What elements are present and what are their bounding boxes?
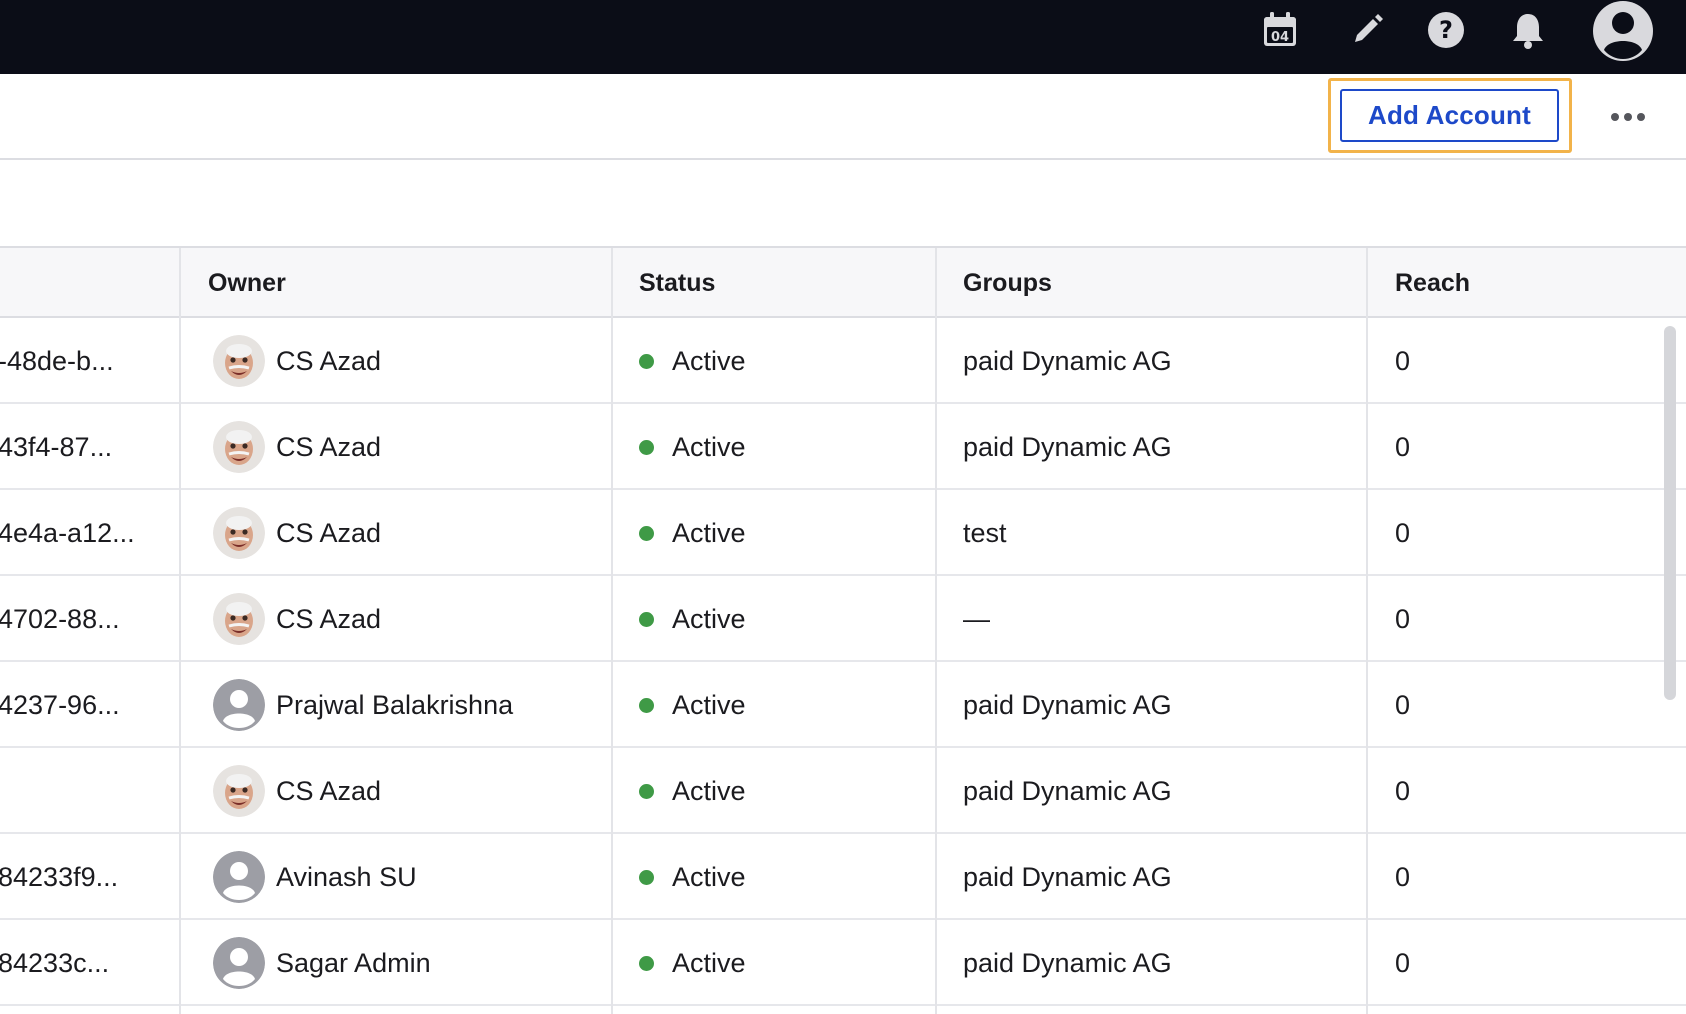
owner-avatar-placeholder-icon	[213, 851, 265, 903]
pencil-icon[interactable]	[1347, 10, 1387, 50]
status-dot	[639, 956, 654, 971]
help-icon[interactable]: ?	[1426, 10, 1466, 50]
owner-avatar	[213, 335, 265, 387]
account-id-cell[interactable]: 4237-96...	[0, 662, 120, 748]
table-row[interactable]: 4e4a-a12... CS Azad Active test 0	[0, 490, 1686, 576]
owner-name: CS Azad	[276, 517, 382, 548]
reach-cell: 0	[1395, 517, 1411, 548]
column-divider	[1366, 248, 1368, 1014]
groups-cell: paid Dynamic AG	[963, 431, 1172, 462]
reach-cell: 0	[1395, 603, 1411, 634]
owner-avatar	[213, 421, 265, 473]
bell-icon[interactable]	[1508, 10, 1548, 50]
vertical-scrollbar[interactable]	[1664, 326, 1676, 700]
status-text: Active	[672, 517, 746, 548]
owner-avatar-placeholder-icon	[213, 937, 265, 989]
column-header-reach[interactable]: Reach	[1395, 248, 1470, 318]
status-dot	[639, 354, 654, 369]
account-id-cell[interactable]: 43f4-87...	[0, 404, 112, 490]
status-dot	[639, 784, 654, 799]
reach-cell: 0	[1395, 947, 1411, 978]
status-dot	[639, 440, 654, 455]
groups-cell: paid Dynamic AG	[963, 775, 1172, 806]
table-row[interactable]: 84233f9... Avinash SU Active paid Dynamic A…	[0, 834, 1686, 920]
table-row[interactable]: CS Azad Active paid Dynamic AG 0	[0, 748, 1686, 834]
owner-name: CS Azad	[276, 603, 382, 634]
column-divider	[935, 248, 937, 1014]
account-id-cell[interactable]: 84233f9...	[0, 834, 118, 920]
column-header-groups[interactable]: Groups	[963, 248, 1052, 318]
table-row[interactable]: 4237-96... Prajwal Balakrishna Active paid …	[0, 662, 1686, 748]
table-toolbar	[0, 160, 1686, 248]
status-text: Active	[672, 603, 746, 634]
top-navigation-bar: 04 ?	[0, 0, 1686, 74]
status-text: Active	[672, 689, 746, 720]
reach-cell: 0	[1395, 775, 1411, 806]
reach-cell: 0	[1395, 345, 1411, 376]
owner-name: CS Azad	[276, 775, 382, 806]
column-header-status[interactable]: Status	[639, 248, 715, 318]
owner-name: CS Azad	[276, 431, 382, 462]
reach-cell: 0	[1395, 431, 1411, 462]
table-row[interactable]: 4702-88... CS Azad Active — 0	[0, 576, 1686, 662]
account-id-cell[interactable]: 4e4a-a12...	[0, 490, 135, 576]
add-account-button[interactable]: Add Account	[1340, 89, 1559, 142]
groups-cell: paid Dynamic AG	[963, 947, 1172, 978]
status-text: Active	[672, 431, 746, 462]
status-text: Active	[672, 345, 746, 376]
table-row[interactable]: -48de-b... CS Azad Active paid Dynamic AG 0	[0, 318, 1686, 404]
column-divider	[179, 248, 181, 1014]
column-divider	[611, 248, 613, 1014]
owner-name: Avinash SU	[276, 861, 417, 892]
groups-cell: —	[963, 603, 990, 634]
column-header-owner[interactable]: Owner	[208, 248, 286, 318]
account-id-cell[interactable]: -48de-b...	[0, 318, 114, 404]
account-id-cell[interactable]: 4702-88...	[0, 576, 120, 662]
user-avatar-icon[interactable]	[1592, 0, 1654, 62]
groups-cell: paid Dynamic AG	[963, 689, 1172, 720]
groups-cell: test	[963, 517, 1007, 548]
groups-cell: paid Dynamic AG	[963, 861, 1172, 892]
calendar-icon[interactable]: 04	[1260, 10, 1300, 50]
calendar-day-number: 04	[1271, 30, 1289, 45]
status-dot	[639, 612, 654, 627]
owner-avatar	[213, 507, 265, 559]
groups-cell: paid Dynamic AG	[963, 345, 1172, 376]
status-dot	[639, 698, 654, 713]
owner-name: Prajwal Balakrishna	[276, 689, 514, 720]
table-row[interactable]: 84233c... Sagar Admin Active paid Dynamic A…	[0, 920, 1686, 1006]
more-horizontal-icon[interactable]	[1608, 100, 1648, 134]
owner-avatar-placeholder-icon	[213, 679, 265, 731]
svg-text:?: ?	[1439, 16, 1453, 44]
status-dot	[639, 526, 654, 541]
reach-cell: 0	[1395, 861, 1411, 892]
owner-avatar	[213, 765, 265, 817]
owner-name: CS Azad	[276, 345, 382, 376]
owner-name: Sagar Admin	[276, 947, 431, 978]
owner-avatar	[213, 593, 265, 645]
reach-cell: 0	[1395, 689, 1411, 720]
status-text: Active	[672, 947, 746, 978]
status-dot	[639, 870, 654, 885]
status-text: Active	[672, 775, 746, 806]
table-row[interactable]: 43f4-87... CS Azad Active paid Dynamic AG 0	[0, 404, 1686, 490]
status-text: Active	[672, 861, 746, 892]
account-id-cell[interactable]: 84233c...	[0, 920, 109, 1006]
